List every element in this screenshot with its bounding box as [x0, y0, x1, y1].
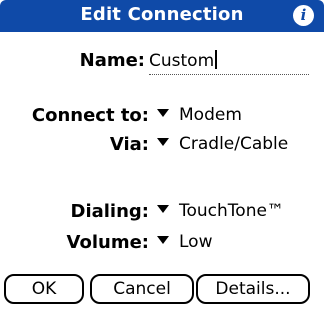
- via-value: Cradle/Cable: [179, 134, 289, 154]
- dialing-label: Dialing:: [70, 201, 150, 222]
- dialog-title: Edit Connection: [80, 4, 244, 25]
- name-label: Name:: [79, 50, 145, 71]
- name-input[interactable]: Custom: [149, 50, 309, 75]
- dropdown-arrow-icon: [157, 205, 169, 213]
- info-icon[interactable]: i: [293, 5, 314, 26]
- volume-value: Low: [179, 232, 213, 252]
- name-value-wrapper: Custom: [149, 50, 218, 71]
- ok-button[interactable]: OK: [4, 274, 84, 304]
- cancel-button[interactable]: Cancel: [90, 274, 194, 304]
- details-button[interactable]: Details...: [196, 274, 310, 304]
- dialing-dropdown[interactable]: TouchTone™: [157, 201, 284, 221]
- connect-to-dropdown[interactable]: Modem: [157, 105, 242, 125]
- dropdown-arrow-icon: [157, 236, 169, 244]
- via-label: Via:: [109, 134, 149, 155]
- edit-connection-screen: Edit Connection i Name: Custom Connect t…: [0, 0, 324, 312]
- volume-label: Volume:: [66, 232, 149, 253]
- dropdown-arrow-icon: [157, 138, 169, 146]
- dialing-value: TouchTone™: [179, 201, 284, 221]
- via-dropdown[interactable]: Cradle/Cable: [157, 134, 288, 154]
- dropdown-arrow-icon: [157, 109, 169, 117]
- name-value: Custom: [149, 51, 215, 71]
- connect-to-value: Modem: [179, 105, 242, 125]
- connect-to-label: Connect to:: [31, 105, 149, 126]
- text-cursor: [215, 50, 218, 69]
- volume-dropdown[interactable]: Low: [157, 232, 212, 252]
- title-bar: Edit Connection i: [0, 0, 324, 32]
